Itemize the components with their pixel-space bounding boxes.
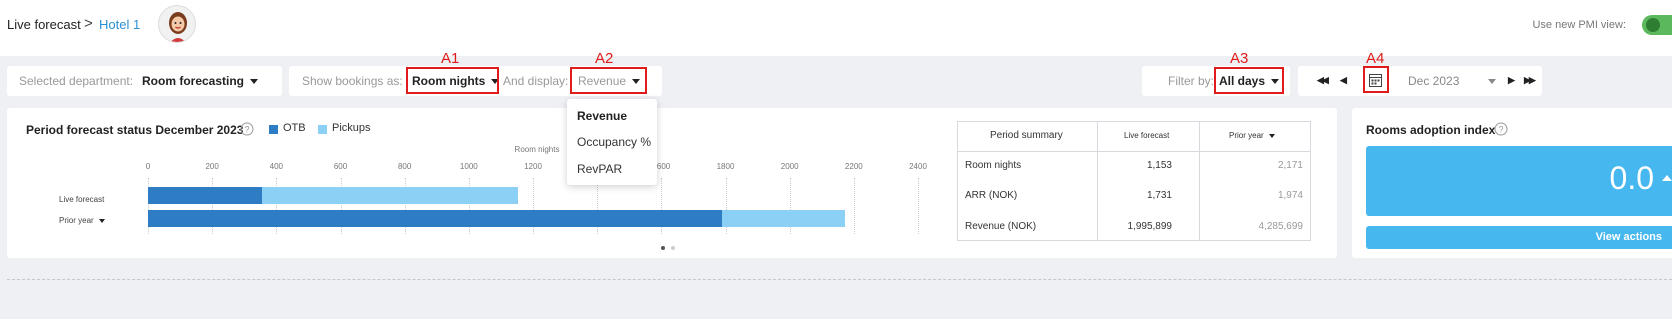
table-row-label: Revenue (NOK) [965, 221, 1037, 232]
top-header: Live forecast > Hotel 1 Use new PMI view… [0, 0, 1672, 56]
row-label-live-forecast: Live forecast [59, 195, 105, 204]
department-value: Room forecasting [142, 74, 259, 88]
annotation-box-a1 [406, 67, 499, 94]
filter-label: Filter by: [1168, 74, 1215, 88]
table-cell-prior: 1,974 [1277, 190, 1303, 201]
dropdown-option-revpar[interactable]: RevPAR [577, 162, 622, 176]
row-label-prior-year[interactable]: Prior year [59, 216, 105, 225]
avatar[interactable] [158, 5, 196, 43]
bar-pickups-0[interactable] [261, 187, 518, 204]
pager-dot-active[interactable] [661, 246, 665, 250]
table-cell-live: 1,731 [1146, 190, 1172, 201]
adoption-index-value: 0.0 [1609, 160, 1654, 196]
annotation-label-a2: A2 [595, 50, 614, 67]
gridline [853, 178, 855, 234]
table-cell-prior: 2,171 [1277, 160, 1303, 171]
last-period-button[interactable]: ▶▶ [1524, 75, 1536, 86]
bar-otb-1[interactable] [148, 210, 723, 227]
annotation-box-a4 [1363, 66, 1389, 93]
x-tick-label: 2400 [909, 162, 927, 171]
table-row-label: Room nights [965, 160, 1022, 171]
gridline [918, 178, 919, 234]
dropdown-option-revenue[interactable]: Revenue [577, 109, 627, 123]
view-actions-button[interactable]: View actions [1366, 226, 1672, 249]
x-tick-label: 0 [145, 162, 151, 171]
table-header-period-summary: Period summary [990, 130, 1063, 141]
chevron-down-icon[interactable] [1488, 79, 1496, 84]
chevron-down-icon [250, 79, 259, 85]
annotation-box-a2 [570, 67, 647, 94]
breadcrumb-separator: > [84, 15, 93, 32]
help-icon[interactable]: ? [240, 122, 254, 141]
view-actions-label: View actions [1595, 231, 1662, 243]
adoption-card-title: Rooms adoption index [1366, 123, 1496, 137]
x-tick-label: 1200 [524, 162, 542, 171]
prev-period-button[interactable]: ◀ [1340, 75, 1347, 86]
annotation-label-a3: A3 [1230, 50, 1249, 67]
legend-swatch-pickups [318, 125, 327, 134]
x-tick-label: 200 [205, 162, 219, 171]
legend-swatch-otb [269, 125, 278, 134]
table-cell-live: 1,995,899 [1127, 221, 1173, 232]
svg-text:?: ? [244, 125, 249, 135]
chevron-down-icon [1268, 133, 1275, 138]
trend-up-icon [1662, 175, 1672, 181]
dropdown-option-occupancy[interactable]: Occupancy % [577, 135, 651, 149]
x-tick-label: 1800 [716, 162, 735, 171]
first-period-button[interactable]: ◀◀ [1317, 75, 1329, 86]
bar-pickups-1[interactable] [722, 210, 845, 227]
adoption-index-tile: 0.0 [1366, 146, 1672, 216]
display-label: And display: [503, 74, 569, 88]
legend-label-otb: OTB [283, 122, 306, 134]
chart-x-axis-label: Room nights [514, 145, 560, 154]
breadcrumb-live-forecast[interactable]: Live forecast [7, 17, 81, 32]
month-select[interactable]: Dec 2023 [1408, 74, 1459, 88]
legend-label-pickups: Pickups [332, 122, 371, 134]
breadcrumb-hotel[interactable]: Hotel 1 [99, 17, 140, 32]
svg-text:?: ? [1498, 125, 1503, 135]
x-tick-label: 2200 [844, 162, 863, 171]
x-tick-label: 800 [397, 162, 412, 171]
help-icon[interactable]: ? [1494, 122, 1508, 141]
period-navigator: ◀◀ ◀ Dec 2023 ▶ ▶▶ [1298, 66, 1542, 96]
annotation-label-a4: A4 [1366, 50, 1385, 67]
pager-dot[interactable] [670, 246, 675, 250]
pmi-view-toggle[interactable] [1642, 15, 1672, 35]
pmi-view-label: Use new PMI view: [1532, 19, 1626, 31]
bookings-label: Show bookings as: [302, 74, 403, 88]
section-divider [7, 279, 1672, 280]
next-period-button[interactable]: ▶ [1508, 75, 1515, 86]
bar-otb-0[interactable] [148, 187, 262, 204]
period-summary-table: Period summary Live forecast Prior year … [957, 121, 1311, 241]
avatar-icon [169, 12, 187, 42]
table-cell-prior: 4,285,699 [1258, 221, 1304, 232]
x-tick-label: 1000 [459, 162, 478, 171]
table-row-label: ARR (NOK) [965, 190, 1018, 201]
department-label: Selected department: [19, 74, 134, 88]
annotation-box-a3 [1214, 67, 1284, 94]
department-selector[interactable]: Selected department: Room forecasting [7, 66, 282, 96]
x-tick-label: 400 [269, 162, 284, 171]
table-header-prior-year[interactable]: Prior year [1229, 131, 1275, 140]
display-dropdown-menu: Revenue Occupancy % RevPAR [567, 99, 657, 185]
x-tick-label: 600 [333, 162, 348, 171]
table-cell-live: 1,153 [1146, 160, 1172, 171]
annotation-label-a1: A1 [441, 50, 460, 67]
table-header-live-forecast: Live forecast [1124, 131, 1170, 140]
forecast-card-title: Period forecast status December 2023 [26, 123, 244, 137]
carousel-pager[interactable] [661, 242, 675, 252]
x-tick-label: 2000 [780, 162, 799, 171]
chevron-down-icon [98, 218, 105, 223]
